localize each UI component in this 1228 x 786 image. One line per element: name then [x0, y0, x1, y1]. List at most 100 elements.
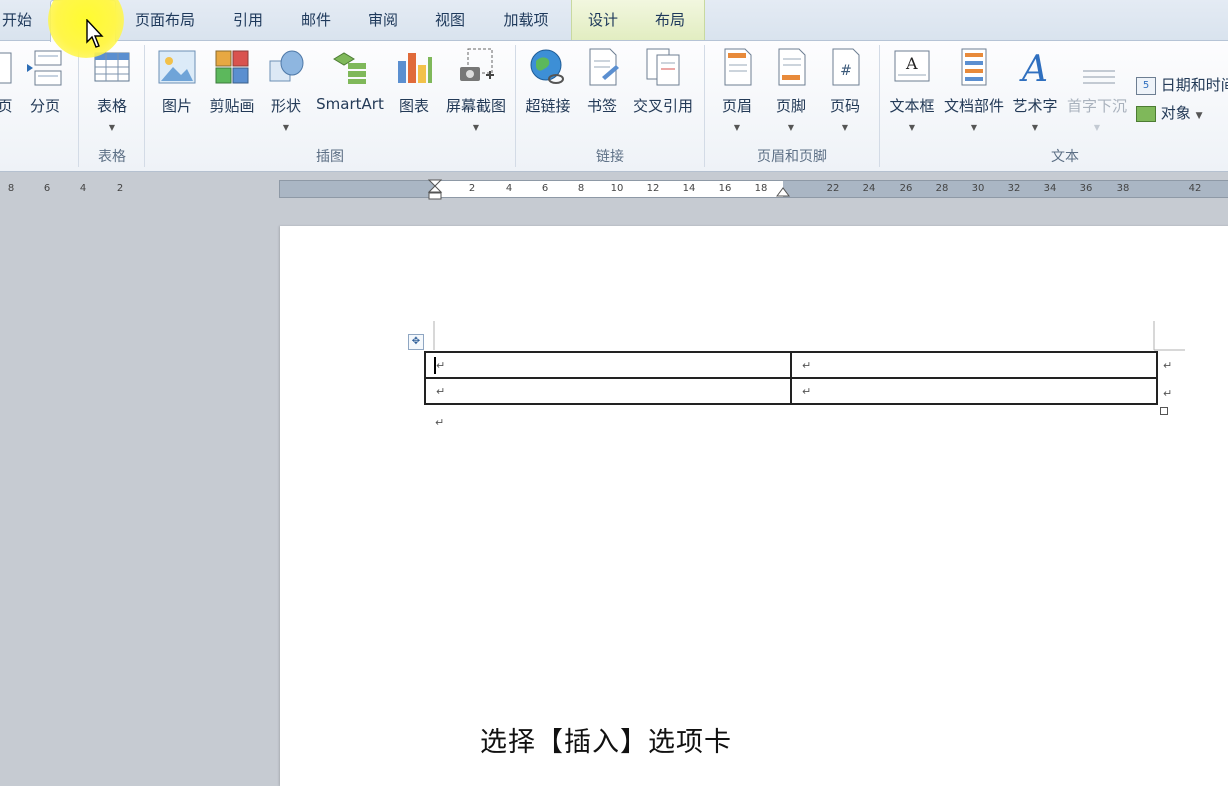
smartart-label: SmartArt [316, 95, 384, 113]
chevron-down-icon: ▼ [472, 123, 480, 132]
ruler-tick-label: 38 [1116, 183, 1130, 194]
tab-design[interactable]: 设计 [577, 0, 629, 40]
smartart-button[interactable]: SmartArt [314, 45, 386, 137]
table-cell[interactable]: ↵ [424, 351, 792, 379]
object-icon [1136, 105, 1156, 122]
tab-addins[interactable]: 加载项 [494, 0, 558, 40]
paragraph-mark: ↵ [436, 385, 446, 398]
group-separator [78, 45, 79, 167]
table-cell[interactable]: ↵ [790, 377, 1158, 405]
blank-page-icon [0, 52, 12, 84]
svg-text:#: # [840, 63, 852, 79]
picture-icon [158, 50, 196, 84]
screenshot-button[interactable]: 屏幕截图 ▼ [442, 45, 510, 137]
group-label-illustrations: 插图 [316, 149, 344, 165]
ruler-tick-label: 26 [899, 183, 913, 194]
svg-text:A: A [905, 54, 918, 73]
quick-parts-button[interactable]: 文档部件 ▼ [942, 45, 1006, 137]
date-time-label: 日期和时间 [1160, 76, 1228, 94]
picture-button[interactable]: 图片 [154, 45, 200, 137]
document-page[interactable]: ✥ ↵ ↵ ↵ ↵ ↵ ↵ ↵ [280, 226, 1228, 786]
row-end-mark: ↵ [1163, 359, 1173, 372]
page-break-button[interactable]: 分页 [24, 45, 66, 137]
shapes-icon [269, 50, 304, 82]
bookmark-button[interactable]: 书签 [580, 45, 624, 137]
object-button[interactable]: 对象 ▼ [1136, 102, 1203, 124]
cross-reference-label: 交叉引用 [632, 97, 693, 115]
chart-label: 图表 [398, 97, 429, 115]
ruler-tick-label: 14 [682, 183, 696, 194]
table-button[interactable]: 表格 ▼ [86, 45, 138, 137]
table-cell[interactable]: ↵ [424, 377, 792, 405]
clipart-button[interactable]: 剪贴画 [204, 45, 260, 137]
footer-icon [778, 48, 806, 86]
chevron-down-icon: ▼ [841, 123, 849, 132]
tab-page-layout[interactable]: 页面布局 [128, 0, 202, 40]
blank-page-button[interactable]: 页 [0, 45, 18, 137]
header-button[interactable]: 页眉 ▼ [714, 45, 760, 137]
tab-home[interactable]: 开始 [0, 0, 34, 40]
chart-button[interactable]: 图表 [392, 45, 436, 137]
chevron-down-icon: ▼ [733, 123, 741, 132]
picture-label: 图片 [161, 97, 192, 115]
bookmark-label: 书签 [586, 97, 617, 115]
cross-reference-icon [646, 48, 680, 86]
tab-references[interactable]: 引用 [222, 0, 274, 40]
textbox-button[interactable]: A 文本框 ▼ [886, 45, 938, 137]
hyperlink-label: 超链接 [525, 97, 571, 115]
chevron-down-icon: ▼ [787, 123, 795, 132]
document-table[interactable]: ↵ ↵ ↵ ↵ [424, 351, 1158, 405]
page-break-icon [27, 50, 62, 86]
chevron-down-icon: ▼ [1093, 123, 1101, 132]
header-icon [724, 48, 752, 86]
ruler-tick-label: 6 [541, 183, 549, 194]
horizontal-ruler[interactable]: 8 6 4 2 2 4 6 8 10 12 14 16 18 22 24 26 28 30 32 34 36 38 42 [8, 179, 1228, 201]
tab-mailings[interactable]: 邮件 [290, 0, 342, 40]
wordart-button[interactable]: A 艺术字 ▼ [1010, 45, 1060, 137]
textbox-label: 文本框 [889, 97, 935, 115]
table-cell[interactable]: ↵ [790, 351, 1158, 379]
quick-parts-icon [961, 48, 987, 86]
group-label-header-footer: 页眉和页脚 [757, 149, 827, 165]
object-label: 对象 [1160, 104, 1191, 122]
chevron-down-icon: ▼ [108, 123, 116, 132]
ribbon-insert: 页 分页 表格 ▼ 表格 图片 剪贴画 形状 ▼ SmartArt 图表 屏幕截… [0, 40, 1228, 172]
ruler-tick-label: 10 [610, 183, 624, 194]
shapes-button[interactable]: 形状 ▼ [264, 45, 308, 137]
date-time-button[interactable]: 5 日期和时间 [1136, 74, 1228, 96]
shapes-label: 形状 [270, 97, 301, 115]
ruler-tick-label: 24 [862, 183, 876, 194]
table-row: ↵ ↵ [424, 351, 1158, 379]
row-end-mark: ↵ [1163, 387, 1173, 400]
tab-layout[interactable]: 布局 [644, 0, 696, 40]
page-number-button[interactable]: # 页码 ▼ [822, 45, 868, 137]
hyperlink-button[interactable]: 超链接 [520, 45, 576, 137]
tab-review[interactable]: 审阅 [357, 0, 409, 40]
drop-cap-label: 首字下沉 [1066, 97, 1127, 115]
ruler-tick-label: 42 [1188, 183, 1202, 194]
ruler-tick-label: 18 [754, 183, 768, 194]
ruler-tick-label: 30 [971, 183, 985, 194]
table-move-handle-icon[interactable]: ✥ [408, 334, 424, 350]
right-indent-marker-icon[interactable] [775, 185, 791, 197]
wordart-icon: A [1019, 49, 1048, 87]
group-label-links: 链接 [596, 149, 624, 165]
ruler-tick-label: 6 [43, 183, 51, 194]
drop-cap-button[interactable]: 首字下沉 ▼ [1064, 45, 1130, 137]
ruler-tick-label: 28 [935, 183, 949, 194]
ruler-tick-label: 16 [718, 183, 732, 194]
ruler-tick-label: 4 [79, 183, 87, 194]
table-resize-handle[interactable] [1160, 407, 1168, 415]
ribbon-tab-bar: 开始 插入 页面布局 引用 邮件 审阅 视图 加载项 设计 布局 [0, 0, 1228, 42]
ruler-tick-label: 2 [468, 183, 476, 194]
ruler-tick-label: 12 [646, 183, 660, 194]
tab-view[interactable]: 视图 [424, 0, 476, 40]
indent-marker-icon[interactable] [427, 179, 443, 201]
video-caption: 选择【插入】选项卡 [480, 727, 732, 758]
bookmark-icon [589, 48, 619, 86]
cross-reference-button[interactable]: 交叉引用 [628, 45, 698, 137]
ruler-tick-label: 32 [1007, 183, 1021, 194]
ruler-left-margin [280, 181, 435, 197]
paragraph-mark: ↵ [436, 359, 446, 372]
footer-button[interactable]: 页脚 ▼ [768, 45, 814, 137]
